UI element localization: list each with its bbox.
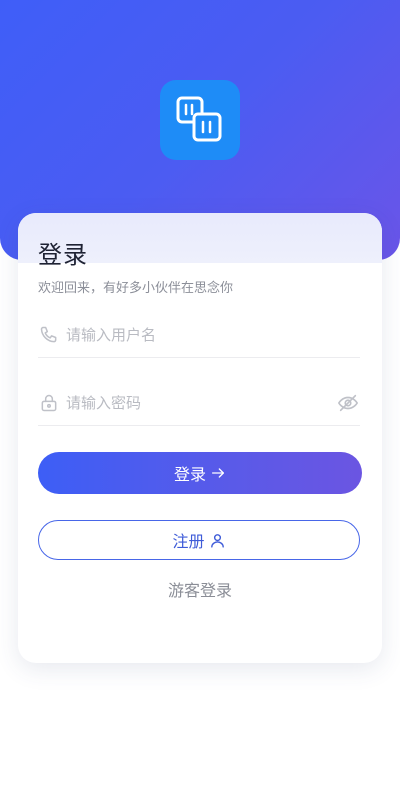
page-title: 登录 (38, 241, 88, 269)
username-field (38, 313, 360, 358)
password-input[interactable] (66, 388, 336, 418)
page-subtitle: 欢迎回来，有好多小伙伴在思念你 (38, 281, 234, 296)
password-field (38, 381, 360, 426)
app-logo (160, 80, 240, 160)
login-button[interactable]: 登录 (38, 452, 362, 494)
phone-icon (38, 324, 60, 346)
login-card: 登录 欢迎回来，有好多小伙伴在思念你 请输入用户名 登录 注册 游客登录 (18, 213, 382, 663)
lock-icon (38, 392, 60, 414)
register-button[interactable]: 注册 (38, 520, 360, 560)
app-logo-icon (176, 96, 222, 142)
username-input[interactable] (66, 320, 360, 350)
login-screen: 登录 欢迎回来，有好多小伙伴在思念你 请输入用户名 登录 注册 游客登录 (0, 0, 400, 799)
eye-off-icon[interactable] (336, 391, 360, 415)
register-button-label: 注册 (172, 532, 205, 551)
user-icon (209, 532, 226, 549)
login-button-label: 登录 (173, 465, 206, 484)
arrow-right-icon (210, 465, 226, 481)
guest-login-link[interactable]: 游客登录 (18, 577, 382, 601)
